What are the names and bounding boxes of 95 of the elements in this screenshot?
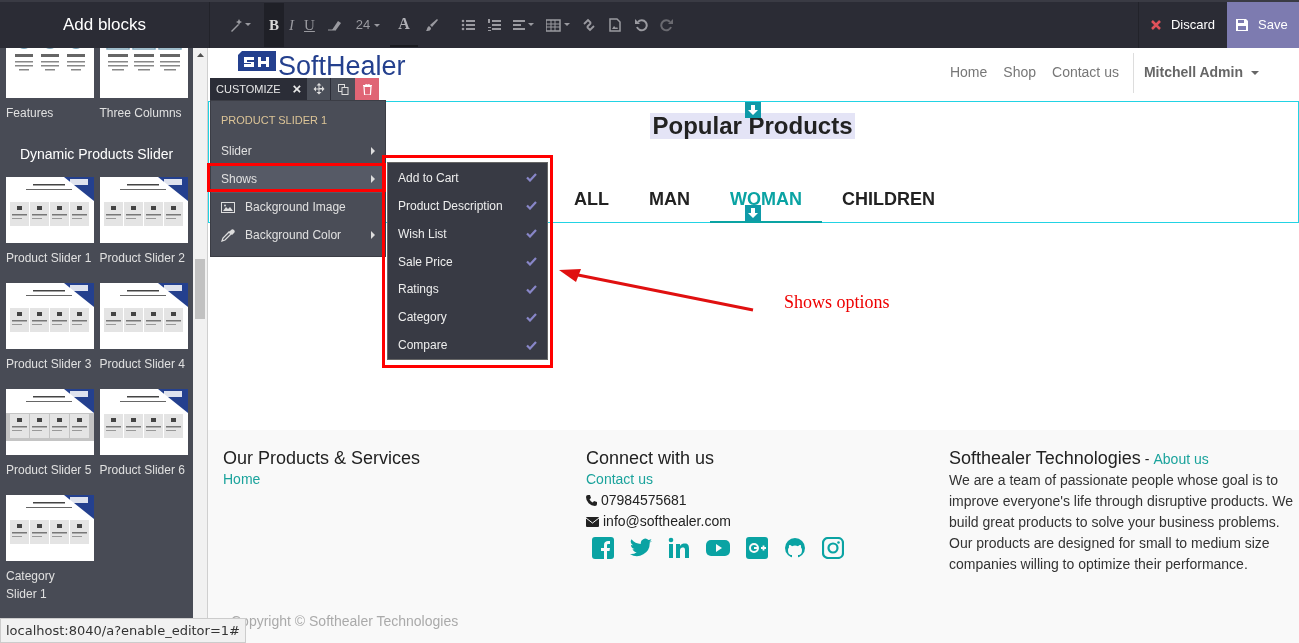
menu-item[interactable]: Background Image bbox=[211, 193, 385, 221]
twitter-icon[interactable] bbox=[630, 537, 652, 559]
block-label: Category Slider 1 bbox=[6, 568, 56, 603]
caret-icon bbox=[371, 147, 375, 155]
menu-item[interactable]: Background Color bbox=[211, 221, 385, 249]
block-label: Product Slider 3 bbox=[6, 356, 93, 373]
block-thumbnail[interactable] bbox=[99, 389, 188, 455]
menu-option[interactable]: Add to Cart bbox=[388, 164, 547, 192]
nav-link[interactable]: Contact us bbox=[1044, 62, 1127, 83]
block-thumbnail[interactable] bbox=[99, 48, 188, 98]
nav-link[interactable]: Shop bbox=[995, 62, 1044, 83]
block-thumbnail[interactable] bbox=[6, 177, 94, 243]
move-button[interactable] bbox=[307, 78, 332, 100]
youtube-icon[interactable] bbox=[706, 537, 730, 559]
format-button[interactable]: B bbox=[264, 3, 284, 47]
menu-option[interactable]: Ratings bbox=[388, 275, 547, 304]
caret-icon bbox=[374, 23, 381, 27]
menu-option[interactable]: Sale Price bbox=[388, 247, 547, 276]
block-thumbnail[interactable] bbox=[6, 389, 94, 455]
block-label: Product Slider 6 bbox=[99, 462, 186, 479]
move-icon bbox=[312, 83, 325, 95]
envelope-icon bbox=[586, 516, 599, 527]
menu-item[interactable]: Slider bbox=[211, 137, 385, 165]
section-title: Dynamic Products Slider bbox=[18, 145, 175, 164]
email-address: info@softhealer.com bbox=[603, 512, 731, 531]
footer-heading: Connect with us bbox=[586, 447, 716, 469]
magic-wand-icon[interactable] bbox=[229, 18, 251, 32]
caret-icon bbox=[371, 175, 375, 183]
footer-paragraph: Our products are designed for small to medium size companies willing to optimize their performance. bbox=[949, 534, 1271, 574]
google-plus-icon[interactable] bbox=[746, 537, 768, 559]
annotation-text: Shows options bbox=[784, 291, 890, 314]
down-arrow-icon[interactable] bbox=[745, 205, 761, 221]
category-tab[interactable]: CHILDREN bbox=[822, 186, 955, 223]
customize-button[interactable]: CUSTOMIZE × bbox=[210, 78, 308, 100]
caret-icon bbox=[1251, 70, 1259, 75]
block-thumbnail[interactable] bbox=[99, 283, 188, 349]
numbered-list-icon[interactable] bbox=[486, 18, 501, 32]
block-label: Product Slider 2 bbox=[99, 250, 186, 267]
undo-icon[interactable] bbox=[633, 18, 648, 32]
linkedin-icon[interactable] bbox=[668, 537, 690, 559]
brush-icon[interactable] bbox=[424, 18, 439, 32]
bullet-list-icon[interactable] bbox=[460, 18, 475, 32]
category-tab[interactable]: MAN bbox=[629, 186, 710, 223]
footer-paragraph: We are a team of passionate people whose goal is to improve everyone's life through disruptive products. We build great products to solve your business problems. bbox=[949, 471, 1295, 532]
trash-icon bbox=[362, 83, 372, 95]
menu-option[interactable]: Category bbox=[388, 303, 547, 332]
phone-number: 07984575681 bbox=[601, 491, 687, 510]
block-thumbnail[interactable] bbox=[6, 283, 94, 349]
menu-option[interactable]: Product Description bbox=[388, 191, 547, 220]
copy-icon bbox=[337, 83, 349, 95]
block-label: Product Slider 4 bbox=[99, 356, 186, 373]
phone-icon bbox=[586, 495, 597, 506]
logo-icon bbox=[238, 51, 276, 71]
table-icon[interactable] bbox=[545, 18, 570, 32]
close-icon bbox=[1150, 20, 1161, 30]
nav-link[interactable]: Home bbox=[941, 62, 996, 83]
scroll-up-icon[interactable] bbox=[196, 53, 204, 57]
floppy-disk-icon bbox=[1236, 19, 1248, 31]
block-thumbnail[interactable] bbox=[6, 495, 94, 561]
facebook-icon[interactable] bbox=[592, 537, 614, 559]
caret-icon bbox=[371, 231, 375, 239]
category-tab[interactable]: ALL bbox=[554, 186, 629, 223]
menu-option[interactable]: Wish List bbox=[388, 219, 547, 248]
down-arrow-icon[interactable] bbox=[745, 102, 761, 118]
menu-header: PRODUCT SLIDER 1 bbox=[220, 112, 329, 128]
redo-icon[interactable] bbox=[659, 18, 674, 32]
github-icon[interactable] bbox=[784, 537, 806, 559]
eraser-icon[interactable] bbox=[326, 18, 341, 32]
image-icon bbox=[221, 201, 235, 213]
link-icon[interactable] bbox=[581, 18, 596, 32]
user-menu[interactable]: Mitchell Admin bbox=[1132, 52, 1259, 93]
logo[interactable]: SoftHealer bbox=[238, 51, 406, 76]
menu-option[interactable]: Compare bbox=[388, 331, 547, 359]
footer-heading: Softhealer Technologies bbox=[949, 447, 1141, 469]
separator-text: - bbox=[1144, 450, 1150, 469]
delete-button[interactable] bbox=[355, 78, 380, 100]
section-heading: Popular Products bbox=[650, 113, 855, 139]
format-button[interactable]: I bbox=[284, 3, 299, 47]
block-label: Product Slider 5 bbox=[6, 462, 93, 479]
save-button[interactable]: Save bbox=[1227, 2, 1299, 48]
font-size-dropdown[interactable]: 24 bbox=[347, 3, 389, 47]
eyedropper-icon bbox=[221, 228, 235, 242]
instagram-icon[interactable] bbox=[822, 537, 844, 559]
format-button[interactable]: U bbox=[299, 3, 320, 47]
block-label: Three Columns bbox=[99, 105, 183, 122]
block-thumbnail[interactable] bbox=[99, 177, 188, 243]
close-button[interactable]: × bbox=[292, 77, 302, 101]
block-label: Product Slider 1 bbox=[6, 250, 93, 267]
align-icon[interactable] bbox=[512, 18, 534, 32]
block-label: Features bbox=[6, 105, 55, 122]
image-icon[interactable] bbox=[607, 18, 622, 32]
block-thumbnail[interactable] bbox=[6, 48, 94, 98]
footer-heading: Our Products & Services bbox=[223, 447, 422, 469]
scrollbar-thumb[interactable] bbox=[195, 259, 206, 319]
duplicate-button[interactable] bbox=[331, 78, 356, 100]
